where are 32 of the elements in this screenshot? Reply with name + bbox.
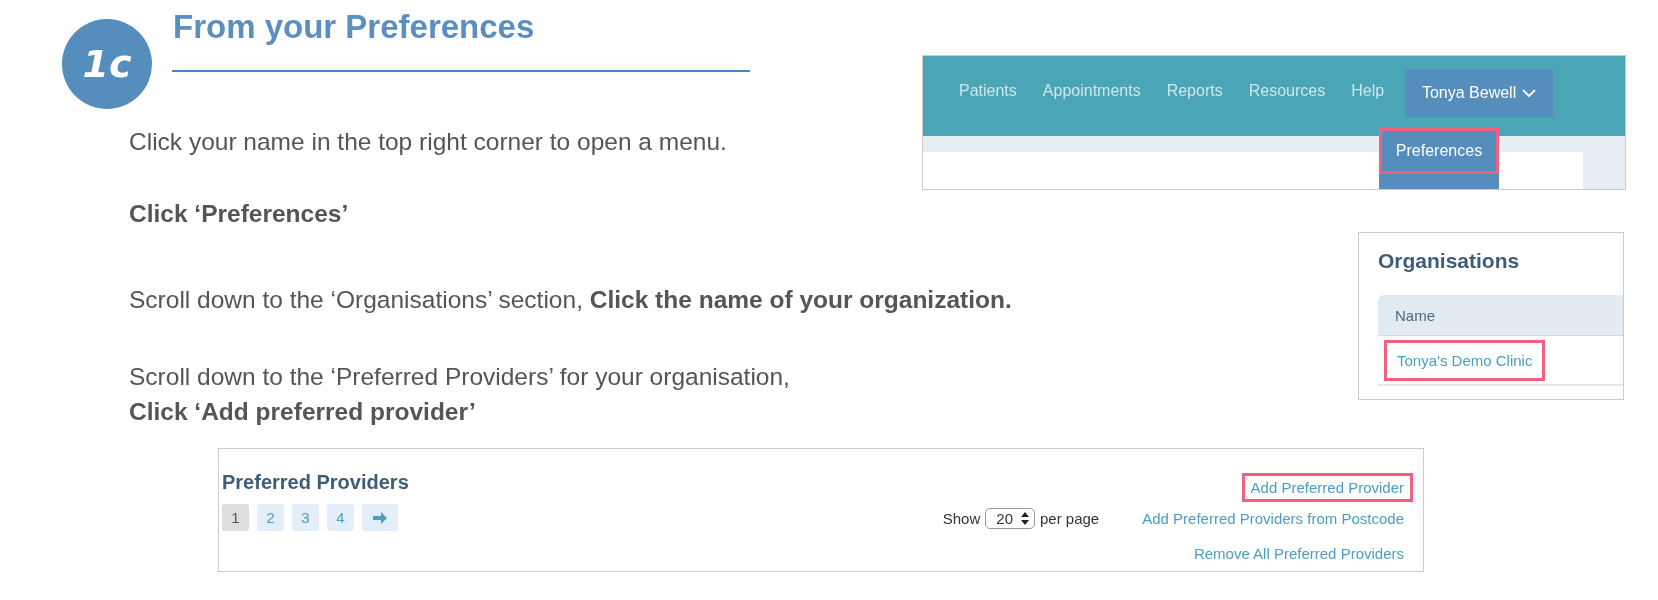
nav-item[interactable]: Resources	[1235, 69, 1339, 100]
nav-item[interactable]: Help	[1338, 69, 1398, 100]
section-title: From your Preferences	[173, 8, 535, 46]
stepper-icon	[1021, 512, 1029, 525]
user-menu-button[interactable]: Tonya Bewell	[1405, 69, 1554, 117]
instruction-text: Click ‘Add preferred provider’	[129, 398, 476, 426]
per-page-label: per page	[1040, 510, 1100, 527]
page-button[interactable]: 4	[327, 504, 354, 531]
arrow-right-icon	[372, 510, 388, 525]
organisation-link[interactable]: Tonya's Demo Clinic	[1384, 339, 1546, 381]
show-label: Show	[942, 510, 981, 527]
page-button[interactable]: 1	[222, 504, 249, 531]
instruction-text: Click ‘Preferences’	[129, 200, 349, 228]
nav-item[interactable]: Reports	[1153, 69, 1236, 100]
provider-link[interactable]: Remove All Preferred Providers	[1184, 539, 1413, 568]
next-page-button[interactable]	[362, 504, 398, 531]
panel-title: Preferred Providers	[222, 471, 409, 494]
panel-title: Organisations	[1378, 249, 1521, 273]
step-badge: 1c	[62, 19, 152, 109]
instruction-text: Scroll down to the ‘Organisations’ section, Click the name of your organization.	[129, 286, 1012, 314]
column-header: Name	[1378, 295, 1623, 336]
nav-item[interactable]: Patients	[946, 69, 1030, 100]
instruction-text: Scroll down to the ‘Preferred Providers’ for your organisation,	[129, 363, 790, 391]
page-size-select[interactable]: 20	[985, 508, 1035, 529]
nav-item[interactable]: Appointments	[1029, 69, 1154, 100]
page-button[interactable]: 3	[292, 504, 319, 531]
menu-item[interactable]: Preferences	[1379, 128, 1499, 174]
chevron-down-icon	[1522, 88, 1537, 98]
provider-link[interactable]: Add Preferred Provider	[1241, 473, 1413, 502]
provider-link[interactable]: Add Preferred Providers from Postcode	[1133, 504, 1413, 533]
page-button[interactable]: 2	[257, 504, 284, 531]
instruction-text: Click your name in the top right corner to open a menu.	[129, 128, 727, 156]
